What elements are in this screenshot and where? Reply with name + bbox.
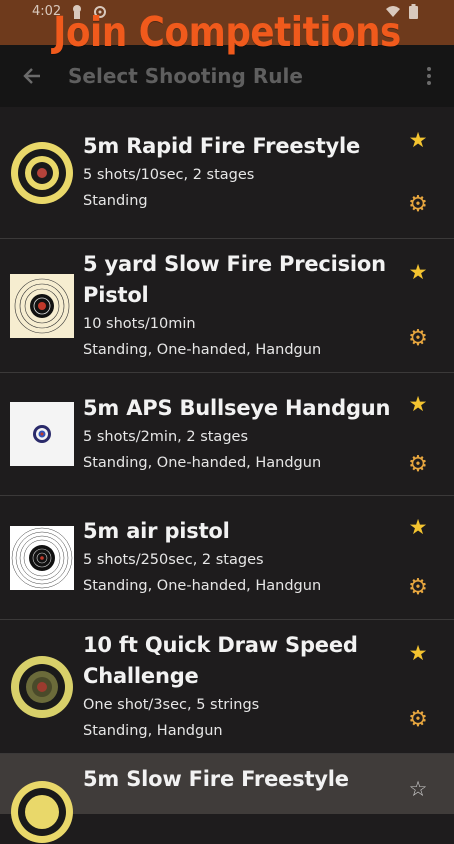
target-thumbnail: [10, 402, 74, 466]
rule-name: 5m Slow Fire Freestyle: [83, 767, 349, 791]
gear-icon[interactable]: ⚙: [408, 194, 428, 216]
gear-icon[interactable]: ⚙: [408, 327, 428, 350]
rule-name: 10 ft Quick Draw Speed Challenge: [83, 632, 358, 688]
gear-icon[interactable]: ⚙: [408, 708, 428, 731]
rule-row[interactable]: 5m APS Bullseye Handgun 5 shots/2min, 2 …: [0, 373, 454, 496]
rule-shots: 5 shots/2min, 2 stages: [83, 428, 249, 445]
rule-shots: 10 shots/10min: [83, 315, 196, 332]
rule-row[interactable]: 5m air pistol 5 shots/250sec, 2 stages S…: [0, 496, 454, 620]
rule-shots: 5 shots/10sec, 2 stages: [83, 167, 255, 183]
rule-shots: One shot/3sec, 5 strings: [83, 696, 260, 713]
favorite-star-icon[interactable]: ★: [409, 393, 428, 415]
rule-row[interactable]: 10 ft Quick Draw Speed Challenge One sho…: [0, 620, 454, 754]
target-thumbnail: [11, 781, 73, 843]
rule-row[interactable]: 5m Rapid Fire Freestyle 5 shots/10sec, 2…: [0, 107, 454, 239]
target-thumbnail: [10, 273, 74, 338]
rule-name: 5m Rapid Fire Freestyle: [83, 134, 361, 158]
rule-name: 5m air pistol: [83, 519, 230, 543]
favorite-star-icon[interactable]: ★: [409, 261, 428, 283]
rule-name: 5m APS Bullseye Handgun: [83, 395, 391, 420]
rule-list: 5m Rapid Fire Freestyle 5 shots/10sec, 2…: [0, 107, 454, 843]
page-title: Select Shooting Rule: [68, 64, 303, 88]
gear-icon[interactable]: ⚙: [408, 453, 428, 476]
favorite-star-icon[interactable]: ★: [409, 642, 428, 664]
rule-position: Standing, Handgun: [83, 722, 223, 739]
back-arrow-icon[interactable]: [22, 66, 42, 86]
rule-position: Standing, One-handed, Handgun: [83, 578, 322, 594]
rule-position: Standing: [83, 193, 148, 209]
target-thumbnail: [11, 141, 73, 204]
gear-icon[interactable]: ⚙: [408, 577, 428, 599]
favorite-star-icon[interactable]: ★: [409, 516, 428, 538]
rule-shots: 5 shots/250sec, 2 stages: [83, 552, 264, 568]
target-thumbnail: [11, 655, 73, 718]
rule-position: Standing, One-handed, Handgun: [83, 454, 322, 471]
favorite-star-outline-icon[interactable]: ☆: [409, 778, 428, 800]
promo-headline: Join Competitions: [53, 8, 401, 56]
rule-name: 5 yard Slow Fire Precision Pistol: [83, 251, 386, 307]
rule-position: Standing, One-handed, Handgun: [83, 341, 322, 358]
rule-row[interactable]: 5 yard Slow Fire Precision Pistol 10 sho…: [0, 239, 454, 373]
rule-row[interactable]: 5m Slow Fire Freestyle ☆: [0, 754, 454, 843]
favorite-star-icon[interactable]: ★: [409, 129, 428, 151]
target-thumbnail: [10, 525, 74, 590]
overflow-menu-icon[interactable]: [426, 67, 432, 85]
